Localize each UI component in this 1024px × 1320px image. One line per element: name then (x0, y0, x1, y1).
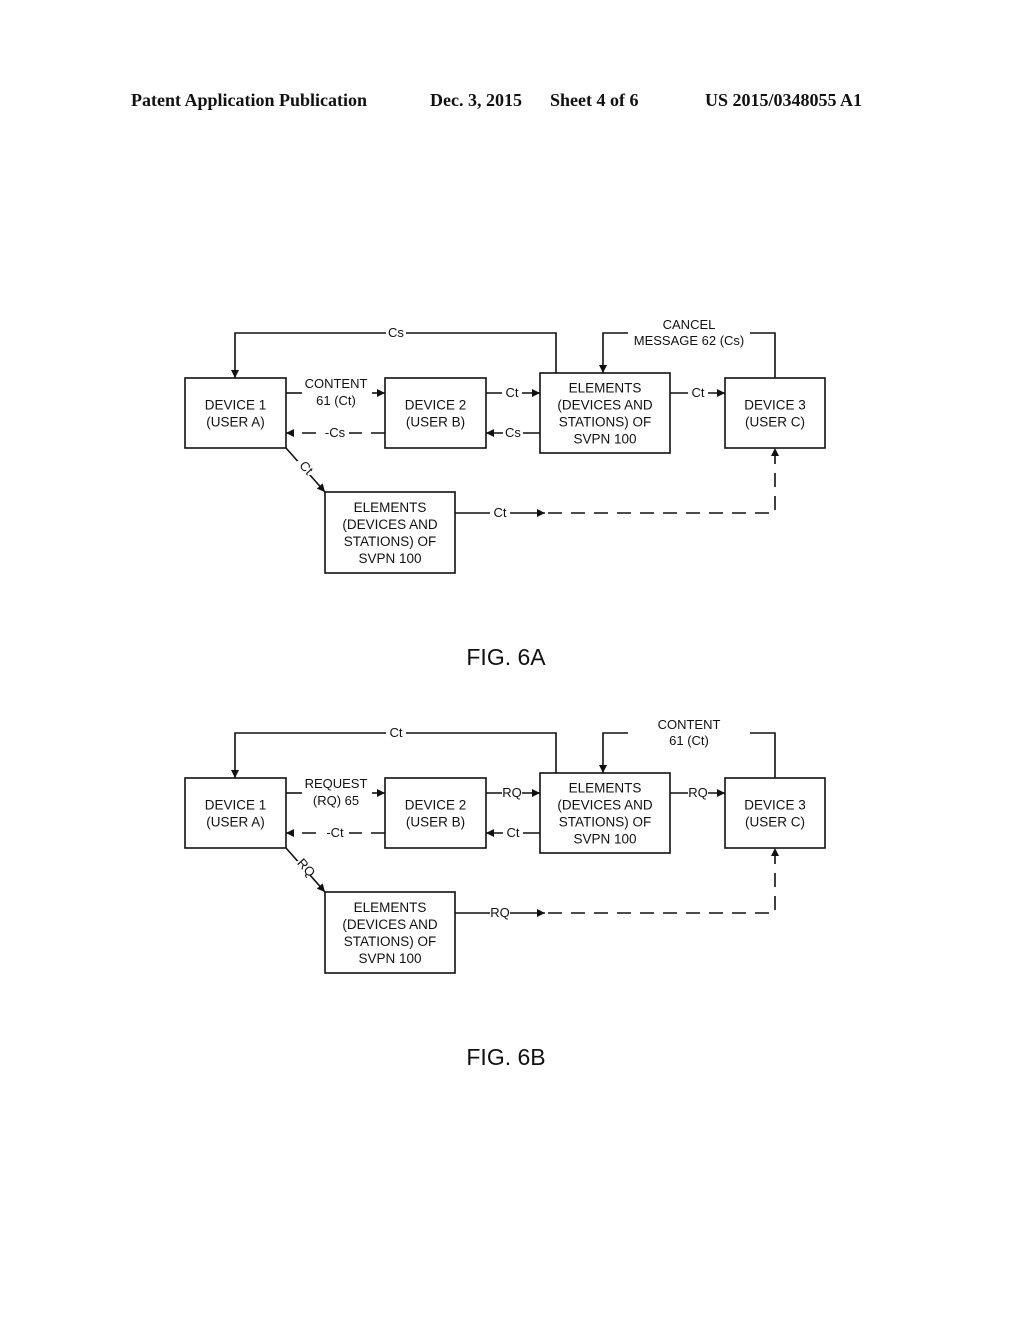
d2-elements-label: RQ (502, 785, 522, 800)
figure-caption: FIG. 6A (466, 644, 546, 670)
return-arrow-label: Cs (388, 325, 404, 340)
device1-box-text: DEVICE 1 (205, 798, 267, 813)
elements-d2-label: Cs (505, 425, 521, 440)
elements-svpn-box-text: (DEVICES AND (557, 398, 653, 413)
device3-box-text: (USER C) (745, 815, 805, 830)
elements-svpn-lower-box-text: ELEMENTS (354, 500, 427, 515)
elements-svpn-lower-box-text: (DEVICES AND (342, 917, 438, 932)
device2-box-text: (USER B) (406, 815, 465, 830)
device2-box-text: DEVICE 2 (405, 398, 467, 413)
device3-box-border (724, 777, 826, 849)
d1-d2-label-line1: REQUEST (305, 776, 368, 791)
elements-svpn-box: ELEMENTS (DEVICES AND STATIONS) OF SVPN 100 (539, 372, 671, 454)
elements-d2-label: Ct (507, 825, 520, 840)
device1-box-border (184, 777, 287, 849)
figure-caption: FIG. 6B (466, 1044, 545, 1070)
loop-label-line2: MESSAGE 62 (Cs) (634, 333, 745, 348)
diag-label: RQ (294, 855, 318, 880)
elements-svpn-box-text: STATIONS) OF (559, 815, 652, 830)
device3-box-text: DEVICE 3 (744, 798, 806, 813)
elements-svpn-lower-box-text: STATIONS) OF (344, 534, 437, 549)
elements-svpn-box-text: (DEVICES AND (557, 798, 653, 813)
device1-box-text: DEVICE 1 (205, 398, 267, 413)
elements-svpn-box-text: STATIONS) OF (559, 415, 652, 430)
device3-box-text: (USER C) (745, 415, 805, 430)
loop-label-line1: CONTENT (658, 717, 721, 732)
dashed-path-to-device3 (548, 448, 779, 514)
device3-box: DEVICE 3 (USER C) (724, 777, 826, 849)
device3-box-text: DEVICE 3 (744, 398, 806, 413)
diagram-canvas: CsCANCELMESSAGE 62 (Cs)CONTENT61 (Ct)-Cs… (184, 314, 826, 1070)
device2-box-border (384, 777, 487, 849)
elements-svpn-lower-box-text: SVPN 100 (358, 551, 421, 566)
figure-6a: Cs CANCELMESSAGE 62 (Cs) CONTENT 61 (Ct) -Cs… (184, 314, 826, 670)
return-arrow-label: Ct (390, 725, 403, 740)
elements-svpn-box: ELEMENTS (DEVICES AND STATIONS) OF SVPN 100 (539, 772, 671, 854)
loop-label-line2: 61 (Ct) (669, 733, 709, 748)
device2-box: DEVICE 2 (USER B) (384, 377, 487, 449)
elements-svpn-lower-box-text: (DEVICES AND (342, 517, 438, 532)
elements-svpn-lower-box-text: SVPN 100 (358, 951, 421, 966)
device1-box: DEVICE 1 (USER A) (184, 377, 287, 449)
elements-svpn-lower-box-text: STATIONS) OF (344, 934, 437, 949)
d2-elements-label: Ct (506, 385, 519, 400)
elements-svpn-box-text: SVPN 100 (573, 832, 636, 847)
figure-6b: Ct CONTENT61 (Ct) REQUEST (RQ) 65 -Ct RQ Ct RQ R… (184, 714, 826, 1070)
d1-d2-label-line2: 61 (Ct) (316, 393, 356, 408)
d1-d2-label-line2: (RQ) 65 (313, 793, 359, 808)
lower-elements-label: RQ (490, 905, 510, 920)
elements-d3-label: Ct (692, 385, 705, 400)
loop-label-line1: CANCEL (663, 317, 716, 332)
d1-d2-label-line1: CONTENT (305, 376, 368, 391)
elements-svpn-box-text: ELEMENTS (569, 381, 642, 396)
elements-svpn-box-text: ELEMENTS (569, 781, 642, 796)
device1-box-border (184, 377, 287, 449)
d2-d1-label: -Ct (326, 825, 344, 840)
device1-box: DEVICE 1 (USER A) (184, 777, 287, 849)
device2-box-text: DEVICE 2 (405, 798, 467, 813)
device2-box: DEVICE 2 (USER B) (384, 777, 487, 849)
elements-svpn-lower-box: ELEMENTS (DEVICES AND STATIONS) OF SVPN 100 (324, 891, 456, 974)
dashed-path-to-device3 (548, 848, 779, 914)
elements-d3-label: RQ (688, 785, 708, 800)
device2-box-text: (USER B) (406, 415, 465, 430)
device1-box-text: (USER A) (206, 415, 265, 430)
elements-svpn-lower-box: ELEMENTS (DEVICES AND STATIONS) OF SVPN 100 (324, 491, 456, 574)
lower-elements-label: Ct (494, 505, 507, 520)
elements-svpn-lower-box-text: ELEMENTS (354, 900, 427, 915)
device3-box: DEVICE 3 (USER C) (724, 377, 826, 449)
d2-d1-label: -Cs (325, 425, 346, 440)
device3-box-border (724, 377, 826, 449)
elements-svpn-box-text: SVPN 100 (573, 432, 636, 447)
device1-box-text: (USER A) (206, 815, 265, 830)
device2-box-border (384, 377, 487, 449)
